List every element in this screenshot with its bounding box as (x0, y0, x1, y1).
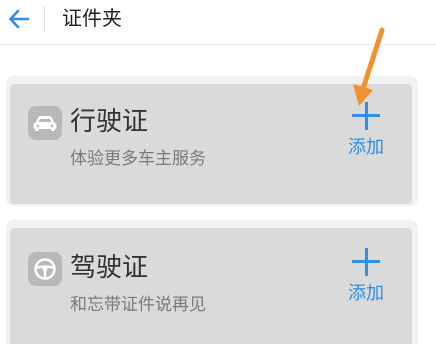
back-arrow-icon (9, 9, 30, 29)
add-driver-license-button[interactable]: 添加 (336, 248, 396, 305)
wallet-page: 证件夹 行驶证 体验更多车主服务 添加 驾驶证 和忘带证件说再见 添加 (0, 0, 436, 344)
steering-wheel-icon (28, 252, 62, 286)
plus-icon (352, 102, 380, 130)
card-subtitle: 和忘带证件说再见 (70, 295, 206, 315)
vehicle-license-card[interactable]: 行驶证 体验更多车主服务 添加 (10, 84, 412, 204)
page-title: 证件夹 (62, 6, 122, 30)
back-button[interactable] (6, 6, 32, 32)
header-divider (44, 6, 45, 32)
driver-license-card[interactable]: 驾驶证 和忘带证件说再见 添加 (10, 228, 412, 344)
car-icon (28, 106, 62, 140)
card-title: 驾驶证 (70, 253, 149, 283)
card-subtitle: 体验更多车主服务 (70, 149, 206, 169)
plus-icon (352, 248, 380, 276)
top-bar: 证件夹 (0, 0, 436, 45)
card-title: 行驶证 (70, 107, 149, 137)
add-vehicle-license-button[interactable]: 添加 (336, 102, 396, 159)
add-label: 添加 (348, 137, 384, 158)
add-label: 添加 (348, 283, 384, 304)
